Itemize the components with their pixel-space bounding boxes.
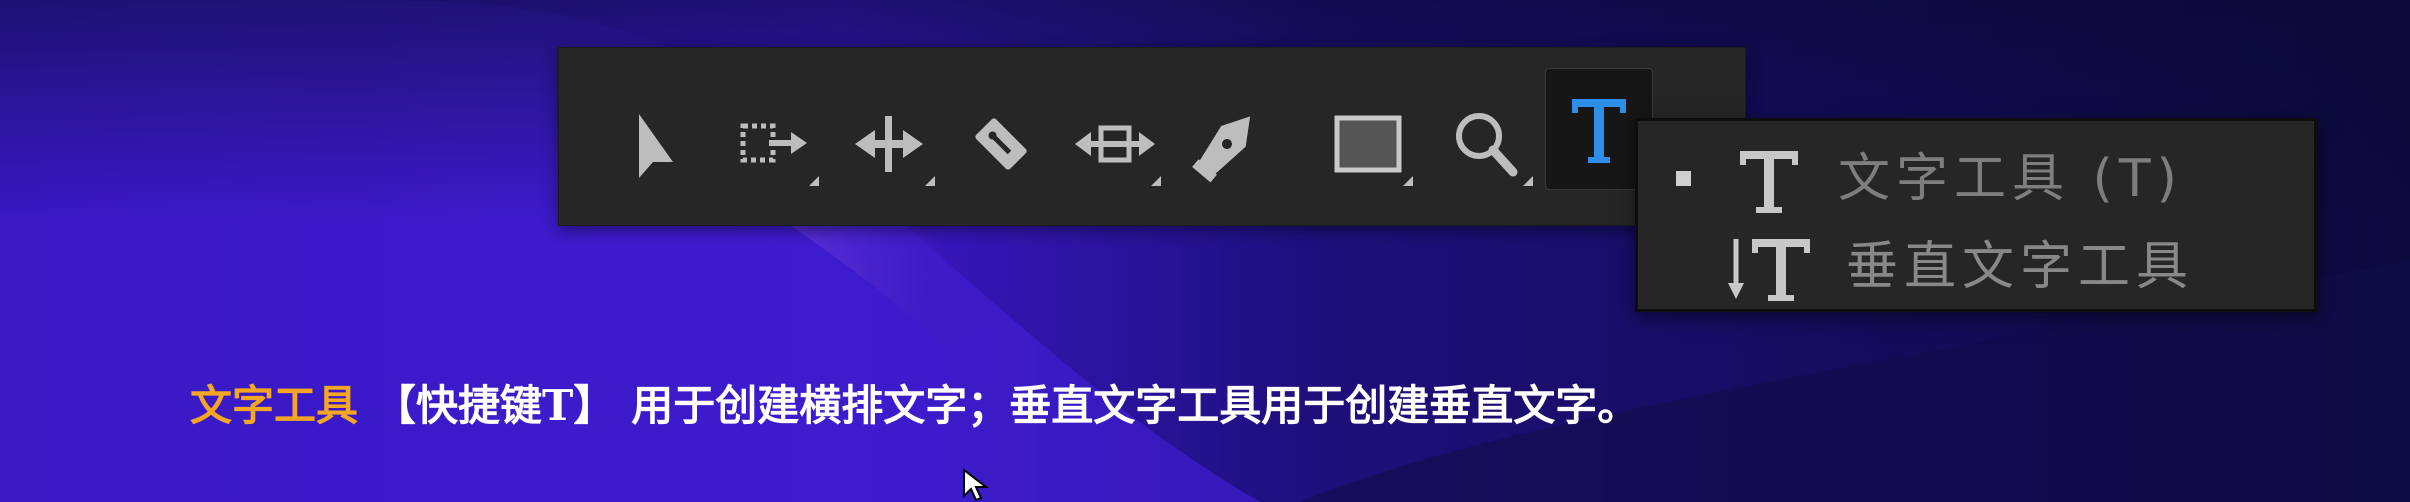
selected-bullet-icon — [1676, 171, 1691, 186]
slip-tool-button[interactable] — [1065, 78, 1165, 198]
mouse-cursor-icon — [963, 468, 989, 502]
menu-item-vertical-type-tool[interactable]: 垂直文字工具 — [1638, 221, 2314, 307]
razor-icon — [975, 118, 1027, 170]
pen-tool-button[interactable] — [1177, 78, 1277, 198]
rectangle-icon — [1334, 115, 1413, 186]
caption-highlight: 文字工具 — [190, 381, 359, 430]
menu-item-label: 垂直文字工具 — [1846, 237, 2195, 297]
slip-icon — [1075, 125, 1161, 186]
menu-item-type-tool[interactable]: 文字工具 (T) — [1638, 133, 2314, 219]
caption-shortcut: 【快捷键T】 — [374, 381, 616, 430]
ripple-edit-tool-button[interactable] — [841, 78, 941, 198]
selection-arrow-icon — [639, 114, 673, 178]
menu-item-label: 文字工具 (T) — [1838, 149, 2183, 209]
razor-tool-button[interactable] — [953, 78, 1053, 198]
track-select-icon — [740, 123, 819, 186]
type-tool-flyout-menu: 文字工具 (T) 垂直文字工具 — [1635, 118, 2317, 312]
rectangle-tool-button[interactable] — [1327, 78, 1427, 198]
tools-panel — [558, 47, 1746, 226]
subtitle-caption: 文字工具 【快捷键T】 用于创建横排文字；垂直文字工具用于创建垂直文字。 — [190, 378, 1639, 434]
track-select-tool-button[interactable] — [729, 78, 829, 198]
zoom-icon — [1456, 113, 1533, 186]
selection-tool-button[interactable] — [617, 78, 717, 198]
type-tool-icon — [1740, 151, 1798, 213]
pen-icon — [1192, 116, 1251, 183]
vertical-type-tool-icon — [1728, 239, 1810, 301]
ripple-edit-icon — [855, 116, 935, 186]
zoom-tool-button[interactable] — [1439, 78, 1539, 198]
caption-body: 用于创建横排文字；垂直文字工具用于创建垂直文字。 — [631, 381, 1640, 430]
